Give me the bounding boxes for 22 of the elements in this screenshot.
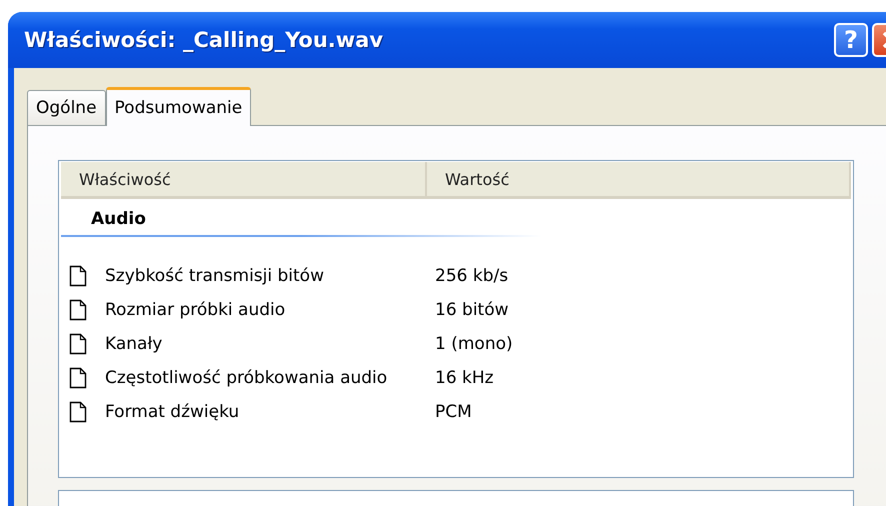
document-icon xyxy=(69,299,87,321)
tab[interactable]: Podsumowanie xyxy=(106,87,252,126)
property-value: 16 kHz xyxy=(435,368,495,388)
property-name: Częstotliwość próbkowania audio xyxy=(105,368,388,388)
property-value: 16 bitów xyxy=(435,300,510,320)
property-value: PCM xyxy=(435,402,473,422)
tab[interactable]: Ogólne xyxy=(27,90,106,125)
document-icon xyxy=(69,401,87,423)
property-value: 1 (mono) xyxy=(435,334,514,354)
group-heading: Audio xyxy=(61,199,661,237)
property-name: Kanały xyxy=(105,334,164,354)
property-value: 256 kb/s xyxy=(435,266,510,286)
property-name: Rozmiar próbki audio xyxy=(105,300,286,320)
column-header[interactable]: Wartość xyxy=(427,162,851,196)
document-icon xyxy=(69,333,87,355)
column-header[interactable]: Właściwość xyxy=(61,162,427,196)
document-icon xyxy=(69,265,87,287)
document-icon xyxy=(69,367,87,389)
help-button[interactable]: ? xyxy=(834,23,868,57)
property-name: Szybkość transmisji bitów xyxy=(105,266,325,286)
property-name: Format dźwięku xyxy=(105,402,240,422)
window-title: Właściwości: _Calling_You.wav xyxy=(24,28,384,52)
